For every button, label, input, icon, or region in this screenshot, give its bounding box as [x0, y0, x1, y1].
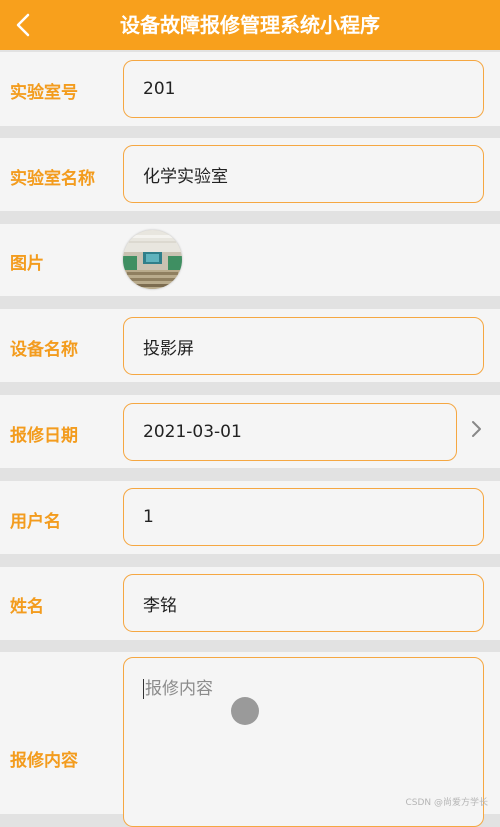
text-cursor — [143, 679, 144, 699]
username-input[interactable]: 1 — [123, 488, 484, 546]
top-navbar: 设备故障报修管理系统小程序 — [0, 0, 500, 50]
form-row-lab-name: 实验室名称 化学实验室 — [0, 138, 500, 211]
lab-no-input[interactable]: 201 — [123, 60, 484, 118]
device-name-label: 设备名称 — [10, 335, 78, 360]
chevron-right-icon[interactable] — [469, 419, 485, 439]
lab-photo-thumbnail[interactable] — [123, 230, 182, 289]
form-row-name: 姓名 李铭 — [0, 567, 500, 640]
lab-name-label: 实验室名称 — [10, 164, 95, 189]
repair-date-picker[interactable]: 2021-03-01 — [123, 403, 457, 461]
form-row-device-name: 设备名称 投影屏 — [0, 309, 500, 382]
repair-date-label: 报修日期 — [10, 421, 78, 446]
form-row-lab-no: 实验室号 201 — [0, 52, 500, 126]
username-label: 用户名 — [10, 507, 61, 532]
form-row-image: 图片 — [0, 224, 500, 296]
touch-indicator — [231, 697, 259, 725]
image-label: 图片 — [10, 249, 44, 274]
classroom-photo-icon — [123, 230, 182, 289]
name-input[interactable]: 李铭 — [123, 574, 484, 632]
form-row-repair-content: 报修内容 报修内容 — [0, 652, 500, 814]
repair-content-label: 报修内容 — [10, 746, 78, 771]
repair-content-placeholder: 报修内容 — [145, 679, 213, 699]
lab-no-label: 实验室号 — [10, 78, 78, 103]
form-row-username: 用户名 1 — [0, 481, 500, 554]
name-label: 姓名 — [10, 592, 44, 617]
watermark: CSDN @尚爱方学长 — [405, 795, 488, 808]
page-title: 设备故障报修管理系统小程序 — [0, 0, 500, 50]
device-name-input[interactable]: 投影屏 — [123, 317, 484, 375]
lab-name-input[interactable]: 化学实验室 — [123, 145, 484, 203]
form-row-repair-date: 报修日期 2021-03-01 — [0, 395, 500, 468]
